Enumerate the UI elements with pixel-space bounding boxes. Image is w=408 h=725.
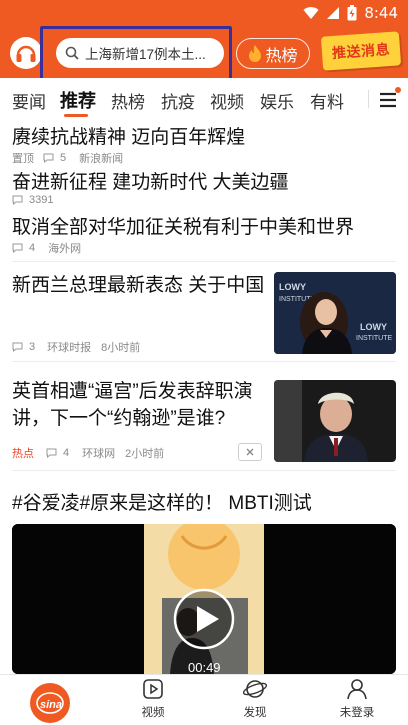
comment-count-value: 3391: [29, 194, 54, 206]
wifi-icon: [303, 7, 319, 20]
search-icon: [65, 46, 79, 60]
news-photo: LOWY INSTITUTE LOWY INSTITUTE: [274, 272, 396, 354]
tab-rebang[interactable]: 热榜: [111, 88, 145, 113]
comment-icon: [43, 153, 54, 163]
comment-count: 4: [46, 447, 69, 459]
comment-count-value: 3: [29, 341, 36, 353]
news-title[interactable]: 取消全部对华加征关税有利于中美和世界: [12, 212, 354, 239]
news-meta: 置顶 5 新浪新闻: [12, 150, 123, 166]
tab-shipin[interactable]: 视频: [210, 88, 244, 113]
comment-count-value: 4: [29, 242, 36, 254]
nav-video[interactable]: 视频: [118, 677, 188, 725]
status-time: 8:44: [364, 4, 398, 22]
nav-discover-label: 发现: [243, 707, 267, 719]
comment-count: 3: [12, 341, 35, 353]
comment-icon: [12, 342, 23, 352]
comment-count-value: 4: [63, 447, 70, 459]
video-play-icon: [143, 679, 163, 699]
sina-logo-icon: sina: [36, 692, 64, 714]
news-meta: 3 环球时报 8小时前: [12, 339, 140, 355]
comment-count: 4: [12, 242, 35, 254]
tab-youliao[interactable]: 有料: [310, 88, 344, 113]
divider: [12, 361, 396, 362]
status-bar: 8:44: [0, 0, 408, 28]
comment-icon: [12, 243, 23, 253]
battery-icon: [347, 5, 357, 21]
push-message-label: 推送消息: [331, 40, 391, 62]
news-title-line1[interactable]: 英首相遭“逼宫”后发表辞职演: [12, 376, 253, 403]
news-title[interactable]: 赓续抗战精神 迈向百年辉煌: [12, 122, 245, 149]
nav-profile-label: 未登录: [339, 707, 375, 719]
news-title-line2[interactable]: 讲，下一个“约翰逊”是谁?: [12, 403, 225, 430]
svg-text:LOWY: LOWY: [279, 282, 306, 292]
nav-profile[interactable]: 未登录: [322, 677, 392, 725]
news-source: 海外网: [48, 243, 82, 255]
hot-list-button[interactable]: 热榜: [236, 38, 310, 69]
dislike-button[interactable]: [238, 443, 262, 461]
comment-count-value: 5: [60, 152, 67, 164]
tab-yaowen[interactable]: 要闻: [12, 88, 46, 113]
tab-fade: [345, 78, 367, 120]
headphones-icon: [16, 45, 36, 62]
svg-text:INSTITUTE: INSTITUTE: [356, 335, 392, 342]
bottom-navigation: sina 视频 发现 未登录: [0, 674, 408, 725]
hot-list-label: 热榜: [265, 47, 298, 65]
nav-discover[interactable]: 发现: [220, 677, 290, 725]
news-thumbnail[interactable]: LOWY INSTITUTE LOWY INSTITUTE: [274, 272, 396, 354]
close-icon: [246, 448, 254, 456]
divider: [12, 261, 396, 262]
channel-tabs: 要闻 推荐 热榜 抗疫 视频 娱乐 有料: [0, 78, 408, 120]
svg-text:LOWY: LOWY: [360, 322, 387, 332]
svg-text:sina: sina: [40, 699, 62, 711]
comment-icon: [12, 195, 23, 205]
play-icon[interactable]: [172, 587, 236, 651]
comment-count: 3391: [12, 194, 53, 206]
pinned-tag: 置顶: [12, 153, 34, 165]
planet-icon: [242, 680, 268, 698]
news-source: 环球网: [82, 448, 116, 460]
nav-video-label: 视频: [141, 707, 165, 719]
hot-tag: 热点: [12, 448, 34, 460]
channel-menu-button[interactable]: [372, 86, 404, 114]
audio-button[interactable]: [10, 37, 42, 69]
tab-tuijian[interactable]: 推荐: [60, 87, 96, 113]
news-source: 环球时报: [47, 342, 92, 354]
tab-yule[interactable]: 娱乐: [260, 88, 294, 113]
search-box[interactable]: 上海新增17例本土...: [56, 38, 224, 68]
flame-icon: [249, 45, 262, 62]
comment-icon: [46, 448, 57, 458]
news-meta: 3391: [12, 194, 53, 206]
news-time: 2小时前: [125, 448, 165, 460]
news-meta: 4 海外网: [12, 240, 81, 256]
tab-kangyi[interactable]: 抗疫: [161, 88, 195, 113]
video-duration: 00:49: [188, 660, 221, 674]
user-icon: [347, 679, 367, 700]
home-button[interactable]: sina: [30, 683, 70, 723]
news-meta: 热点 4 环球网 2小时前: [12, 445, 164, 461]
app-header: 上海新增17例本土... 热榜 推送消息: [0, 26, 408, 82]
cell-signal-icon: [327, 7, 340, 19]
news-source: 新浪新闻: [79, 153, 124, 165]
news-title[interactable]: 新西兰总理最新表态 关于中国: [12, 270, 264, 297]
news-title[interactable]: #谷爱凌#原来是这样的！ MBTI测试: [12, 488, 312, 515]
news-time: 8小时前: [101, 342, 141, 354]
active-tab-indicator: [64, 114, 88, 117]
menu-notification-dot: [395, 87, 401, 93]
news-thumbnail[interactable]: [274, 380, 396, 462]
divider: [12, 470, 396, 471]
search-input[interactable]: 上海新增17例本土...: [85, 43, 206, 63]
news-title[interactable]: 奋进新征程 建功新时代 大美边疆: [12, 167, 289, 194]
news-photo: [274, 380, 396, 462]
comment-count: 5: [43, 152, 66, 164]
video-player[interactable]: 00:49: [12, 524, 396, 674]
tab-divider: [368, 90, 369, 108]
push-message-button[interactable]: 推送消息: [320, 31, 402, 71]
status-icons: 8:44: [303, 4, 398, 22]
